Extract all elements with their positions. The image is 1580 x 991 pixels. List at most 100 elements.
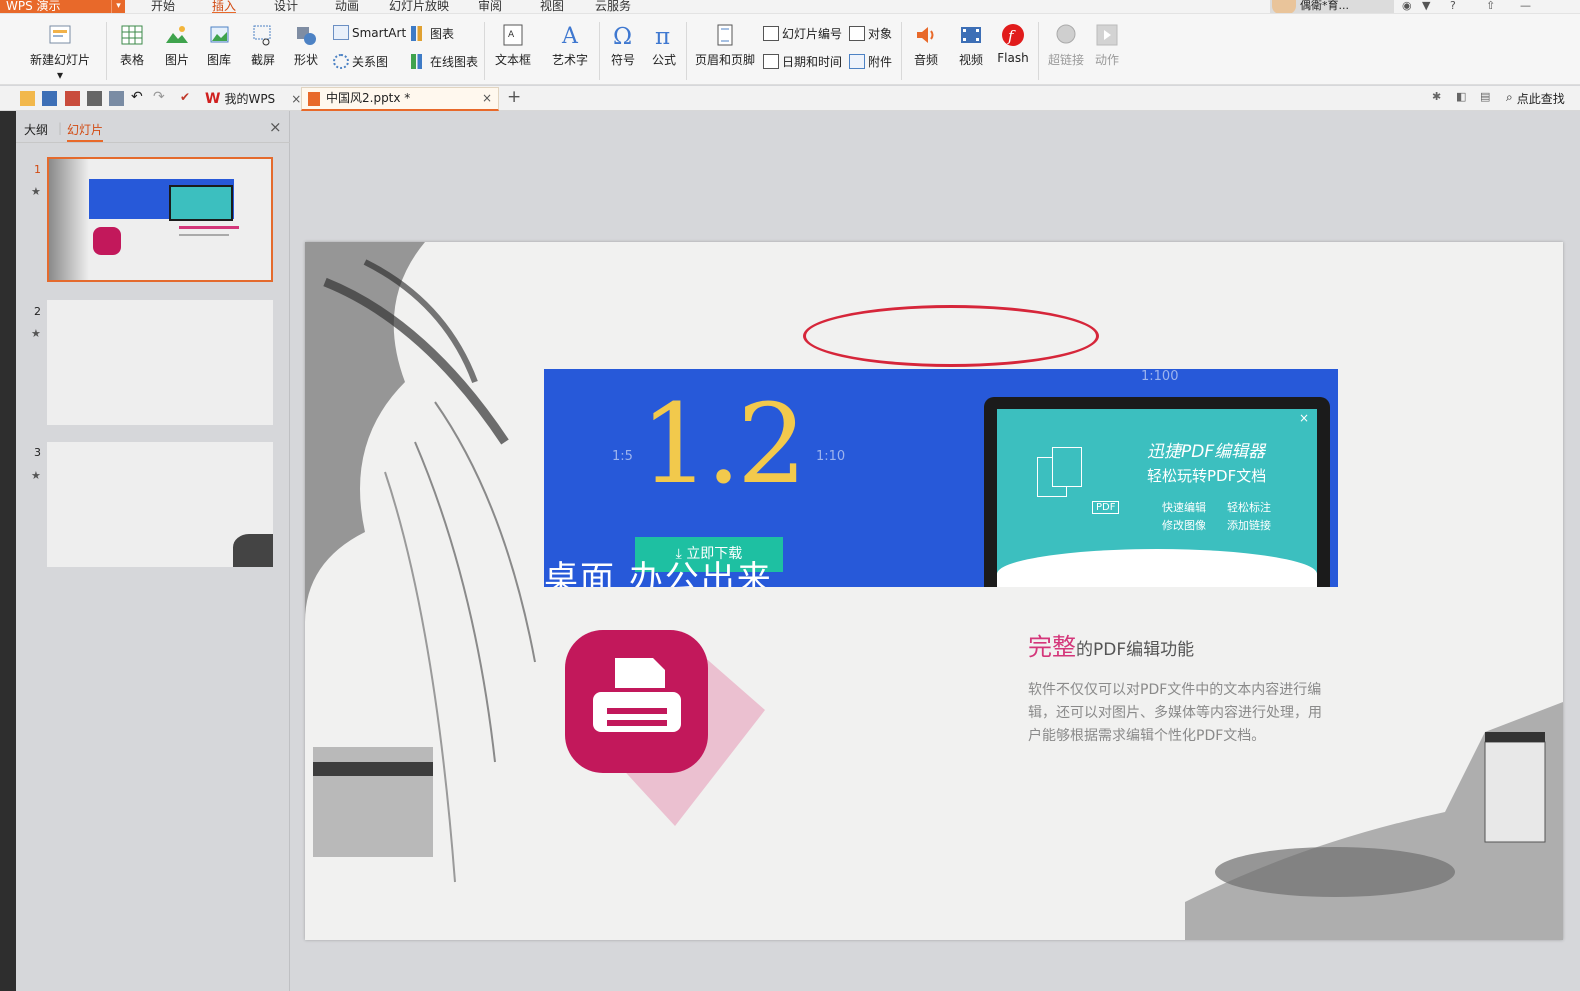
tab-review[interactable]: 审阅 (478, 0, 502, 13)
tab-slides[interactable]: 幻灯片 (67, 121, 104, 142)
headline-text: 的PDF编辑功能 (1076, 640, 1195, 660)
attachment-button[interactable]: 附件 (849, 53, 892, 70)
thumb-monitor (169, 185, 233, 221)
tab-cloud[interactable]: 云服务 (595, 0, 631, 13)
gallery-button[interactable]: 图库 (201, 23, 237, 68)
slide-number-button[interactable]: 幻灯片编号 (763, 25, 842, 42)
action-button[interactable]: 动作 (1090, 23, 1124, 68)
tab-mywps[interactable]: W 我的WPS × (205, 90, 301, 107)
save-icon[interactable] (42, 91, 57, 106)
slide-number: 1 (34, 163, 41, 176)
slide-number: 2 (34, 305, 41, 318)
gallery-icon (210, 26, 229, 43)
ribbon-insert: 新建幻灯片 ▾ 表格 图片 图库 截屏 形状 SmartArt 图表 关系图 在… (0, 14, 1580, 85)
tab-outline[interactable]: 大纲 (24, 121, 48, 138)
app-name: WPS 演示 (6, 0, 61, 13)
shirt-icon[interactable]: ▼ (1422, 0, 1430, 12)
minimize-icon[interactable]: — (1520, 0, 1531, 12)
close-icon[interactable]: × (291, 92, 301, 106)
hyperlink-button[interactable]: 超链接 (1046, 23, 1086, 68)
date-time-button[interactable]: 日期和时间 (763, 53, 842, 70)
monitor-image: × PDF 迅捷PDF编辑器 轻松玩转PDF文档 快速编辑 轻松标注 修改图像 … (984, 397, 1330, 587)
smartart-button[interactable]: SmartArt (333, 25, 406, 40)
textbox-button[interactable]: A 文本框 (490, 23, 536, 68)
app-menu-button[interactable]: WPS 演示 ▾ (0, 0, 125, 13)
globe-icon (1056, 24, 1076, 44)
tab-slideshow[interactable]: 幻灯片放映 (389, 0, 449, 13)
picture-icon (166, 26, 188, 43)
undo-icon[interactable]: ↶ (131, 90, 146, 106)
slide-thumbnail-1[interactable] (47, 157, 273, 282)
wordart-button[interactable]: A 艺术字 (546, 23, 594, 68)
wordart-icon: A (561, 24, 579, 47)
tab-home[interactable]: 开始 (151, 0, 175, 13)
feature-item: 修改图像 (1162, 519, 1206, 532)
flash-button[interactable]: f Flash (996, 23, 1030, 65)
chevron-down-icon[interactable]: ▾ (111, 0, 125, 13)
tab-animation[interactable]: 动画 (335, 0, 359, 13)
shape-button[interactable]: 形状 (288, 23, 324, 68)
add-tab-button[interactable]: + (507, 87, 521, 107)
pptx-icon (308, 92, 320, 106)
customize-icon[interactable]: ✔ (180, 91, 195, 106)
play-icon (1096, 24, 1118, 46)
video-button[interactable]: 视频 (952, 23, 990, 68)
table-button[interactable]: 表格 (114, 23, 150, 68)
print-icon[interactable] (87, 91, 102, 106)
tab-view[interactable]: 视图 (540, 0, 564, 13)
relation-button[interactable]: 关系图 (333, 53, 388, 70)
thumb-text (179, 226, 239, 229)
audio-button[interactable]: 音频 (907, 23, 945, 68)
smartart-icon (333, 25, 349, 40)
page-icon (717, 24, 733, 46)
highlight-oval (803, 305, 1099, 367)
header-footer-button[interactable]: 页眉和页脚 (694, 23, 756, 68)
tab-design[interactable]: 设计 (274, 0, 298, 13)
screenshot-button[interactable]: 截屏 (244, 23, 282, 68)
new-slide-button[interactable]: 新建幻灯片 ▾ (24, 23, 96, 82)
object-icon (849, 26, 865, 41)
star-icon[interactable]: ★ (31, 469, 41, 482)
avatar[interactable] (1272, 0, 1296, 13)
version-number: 1.2 (640, 380, 807, 508)
panel-tabs: 大纲 | 幻灯片 × (16, 111, 290, 143)
star-icon[interactable]: ★ (31, 327, 41, 340)
find-box[interactable]: ⌕ 点此查找 (1506, 90, 1565, 107)
pdf-file-icon (1052, 447, 1082, 487)
star-icon[interactable]: ★ (31, 185, 41, 198)
picture-button[interactable]: 图片 (159, 23, 195, 68)
chart-button[interactable]: 图表 (411, 25, 454, 42)
thumb-ink (49, 159, 89, 280)
slide-canvas[interactable]: 1.2 1:5 1:10 1:100 ⤓ 立即下载 桌面 办公出来 × PDF … (305, 242, 1563, 940)
chart-icon (411, 26, 427, 41)
flash-icon: f (1002, 24, 1024, 46)
svg-text:A: A (561, 24, 579, 47)
attachment-icon (849, 54, 865, 69)
formula-button[interactable]: π 公式 (648, 23, 680, 68)
object-button[interactable]: 对象 (849, 25, 892, 42)
user-name: 偶衛*育... (1300, 0, 1349, 12)
slide-thumbnail-3[interactable] (47, 442, 273, 567)
online-chart-button[interactable]: 在线图表 (411, 53, 478, 70)
close-panel-button[interactable]: × (269, 118, 282, 136)
pin-icon[interactable]: ✱ (1432, 91, 1447, 106)
doc-icon[interactable]: ◧ (1456, 91, 1471, 106)
export-pdf-icon[interactable] (65, 91, 80, 106)
slide-thumbnail-2[interactable] (47, 300, 273, 425)
open-icon[interactable] (20, 91, 35, 106)
help-icon[interactable]: ? (1450, 0, 1456, 12)
symbol-button[interactable]: Ω 符号 (605, 23, 641, 68)
thumb-ink (233, 534, 273, 567)
upload-icon[interactable]: ⇧ (1486, 0, 1495, 12)
skin-icon[interactable]: ◉ (1402, 0, 1412, 12)
feature-item: 添加链接 (1227, 519, 1271, 532)
close-icon[interactable]: × (482, 88, 492, 109)
slide-description: 软件不仅仅可以对PDF文件中的文本内容进行编辑，还可以对图片、多媒体等内容进行处… (1028, 682, 1322, 744)
layout-icon[interactable]: ▤ (1480, 91, 1495, 106)
bamboo-ink-decoration (305, 242, 536, 883)
search-icon: ⌕ (1506, 90, 1513, 104)
tab-document[interactable]: 中国风2.pptx * × (301, 87, 499, 111)
redo-icon[interactable]: ↷ (153, 90, 168, 106)
print-preview-icon[interactable] (109, 91, 124, 106)
tab-insert[interactable]: 插入 (212, 0, 237, 13)
